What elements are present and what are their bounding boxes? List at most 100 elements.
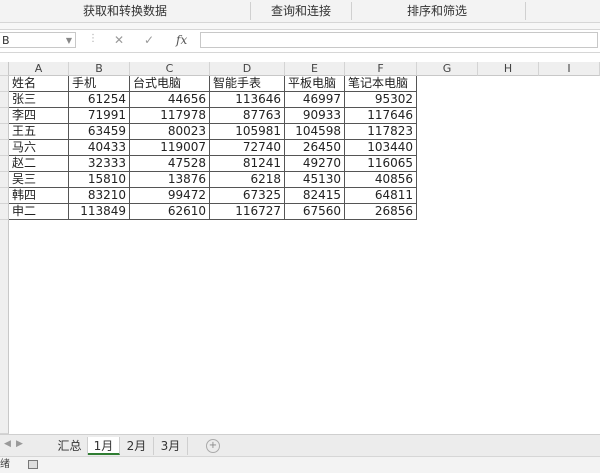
table-cell-name[interactable]: 马六 — [9, 140, 69, 156]
insert-function-icon[interactable]: fx — [176, 32, 187, 48]
spreadsheet-grid: A B C D E F G H I 姓名 手机 台式电脑 智能手表 平板电脑 笔… — [0, 62, 600, 434]
table-header-cell[interactable]: 手机 — [69, 76, 130, 92]
enter-check-icon[interactable]: ✓ — [144, 32, 154, 48]
table-cell[interactable]: 82415 — [285, 188, 345, 204]
table-cell[interactable]: 26450 — [285, 140, 345, 156]
select-all-corner[interactable] — [0, 62, 9, 76]
table-cell-name[interactable]: 王五 — [9, 124, 69, 140]
status-bar: 绪 — [0, 456, 600, 473]
table-cell-name[interactable]: 韩四 — [9, 188, 69, 204]
macro-record-icon[interactable] — [28, 460, 38, 469]
ribbon-group-get-transform[interactable]: 获取和转换数据 — [0, 0, 250, 22]
ribbon-group-sort-filter[interactable]: 排序和筛选 — [352, 0, 522, 22]
table-cell-name[interactable]: 吴三 — [9, 172, 69, 188]
table-cell[interactable]: 13876 — [130, 172, 210, 188]
table-cell[interactable]: 81241 — [210, 156, 285, 172]
table-cell[interactable]: 63459 — [69, 124, 130, 140]
table-cell[interactable]: 103440 — [345, 140, 417, 156]
table-header-cell[interactable]: 姓名 — [9, 76, 69, 92]
drag-handle-icon[interactable]: ⋮ — [88, 33, 98, 44]
row-header[interactable] — [0, 188, 9, 204]
table-cell[interactable]: 99472 — [130, 188, 210, 204]
table-header-cell[interactable]: 笔记本电脑 — [345, 76, 417, 92]
table-cell[interactable]: 80023 — [130, 124, 210, 140]
name-box[interactable]: B ▼ — [0, 32, 76, 48]
row-header-strip[interactable] — [0, 220, 9, 434]
row-header[interactable] — [0, 156, 9, 172]
tab-scroll-left-icon[interactable]: ◀ — [4, 439, 11, 449]
row-header[interactable] — [0, 124, 9, 140]
ribbon-group-queries[interactable]: 查询和连接 — [251, 0, 351, 22]
add-sheet-icon[interactable]: + — [206, 439, 220, 453]
column-header-c[interactable]: C — [130, 62, 210, 76]
table-cell[interactable]: 46997 — [285, 92, 345, 108]
status-ready-text: 绪 — [0, 459, 10, 470]
table-cell[interactable]: 26856 — [345, 204, 417, 220]
table-cell[interactable]: 67325 — [210, 188, 285, 204]
table-cell[interactable]: 87763 — [210, 108, 285, 124]
sheet-tab-jan[interactable]: 1月 — [88, 437, 120, 455]
column-header-d[interactable]: D — [210, 62, 285, 76]
cancel-icon[interactable]: ✕ — [114, 32, 124, 48]
row-header[interactable] — [0, 140, 9, 156]
chevron-down-icon[interactable]: ▼ — [66, 33, 72, 49]
row-header[interactable] — [0, 172, 9, 188]
sheet-tab-bar: ◀ ▶ 汇总 1月 2月 3月 + — [0, 434, 600, 457]
table-header-cell[interactable]: 平板电脑 — [285, 76, 345, 92]
column-header-a[interactable]: A — [9, 62, 69, 76]
table-cell[interactable]: 117646 — [345, 108, 417, 124]
column-header-h[interactable]: H — [478, 62, 539, 76]
table-cell[interactable]: 49270 — [285, 156, 345, 172]
table-cell[interactable]: 47528 — [130, 156, 210, 172]
table-cell-name[interactable]: 申二 — [9, 204, 69, 220]
table-cell[interactable]: 119007 — [130, 140, 210, 156]
ribbon-separator — [525, 2, 526, 20]
column-header-b[interactable]: B — [69, 62, 130, 76]
column-header-e[interactable]: E — [285, 62, 345, 76]
column-header-g[interactable]: G — [417, 62, 478, 76]
table-cell[interactable]: 117978 — [130, 108, 210, 124]
table-cell[interactable]: 113646 — [210, 92, 285, 108]
row-header[interactable] — [0, 92, 9, 108]
table-cell[interactable]: 62610 — [130, 204, 210, 220]
table-cell[interactable]: 32333 — [69, 156, 130, 172]
table-header-cell[interactable]: 智能手表 — [210, 76, 285, 92]
table-cell[interactable]: 64811 — [345, 188, 417, 204]
column-header-f[interactable]: F — [345, 62, 417, 76]
table-cell[interactable]: 72740 — [210, 140, 285, 156]
table-cell[interactable]: 104598 — [285, 124, 345, 140]
table-cell[interactable]: 6218 — [210, 172, 285, 188]
table-cell[interactable]: 90933 — [285, 108, 345, 124]
tab-scroll-right-icon[interactable]: ▶ — [16, 439, 23, 449]
table-cell[interactable]: 117823 — [345, 124, 417, 140]
table-cell[interactable]: 105981 — [210, 124, 285, 140]
name-box-value: B — [2, 34, 10, 47]
table-cell[interactable]: 45130 — [285, 172, 345, 188]
table-cell[interactable]: 113849 — [69, 204, 130, 220]
formula-bar: B ▼ ⋮ ✕ ✓ fx — [0, 29, 600, 53]
table-cell[interactable]: 15810 — [69, 172, 130, 188]
table-cell-name[interactable]: 张三 — [9, 92, 69, 108]
table-cell[interactable]: 95302 — [345, 92, 417, 108]
ribbon-group-labels: 获取和转换数据 查询和连接 排序和筛选 — [0, 0, 600, 23]
table-header-cell[interactable]: 台式电脑 — [130, 76, 210, 92]
formula-input[interactable] — [200, 32, 598, 48]
table-cell[interactable]: 83210 — [69, 188, 130, 204]
table-cell[interactable]: 61254 — [69, 92, 130, 108]
table-cell[interactable]: 116727 — [210, 204, 285, 220]
table-cell[interactable]: 67560 — [285, 204, 345, 220]
sheet-tab-feb[interactable]: 2月 — [120, 437, 154, 455]
table-cell[interactable]: 40433 — [69, 140, 130, 156]
row-header[interactable] — [0, 76, 9, 92]
table-cell-name[interactable]: 赵二 — [9, 156, 69, 172]
table-cell[interactable]: 40856 — [345, 172, 417, 188]
table-cell[interactable]: 44656 — [130, 92, 210, 108]
table-cell-name[interactable]: 李四 — [9, 108, 69, 124]
column-header-i[interactable]: I — [539, 62, 600, 76]
sheet-tab-summary[interactable]: 汇总 — [52, 437, 88, 455]
sheet-tab-mar[interactable]: 3月 — [154, 437, 188, 455]
row-header[interactable] — [0, 204, 9, 220]
table-cell[interactable]: 116065 — [345, 156, 417, 172]
row-header[interactable] — [0, 108, 9, 124]
table-cell[interactable]: 71991 — [69, 108, 130, 124]
